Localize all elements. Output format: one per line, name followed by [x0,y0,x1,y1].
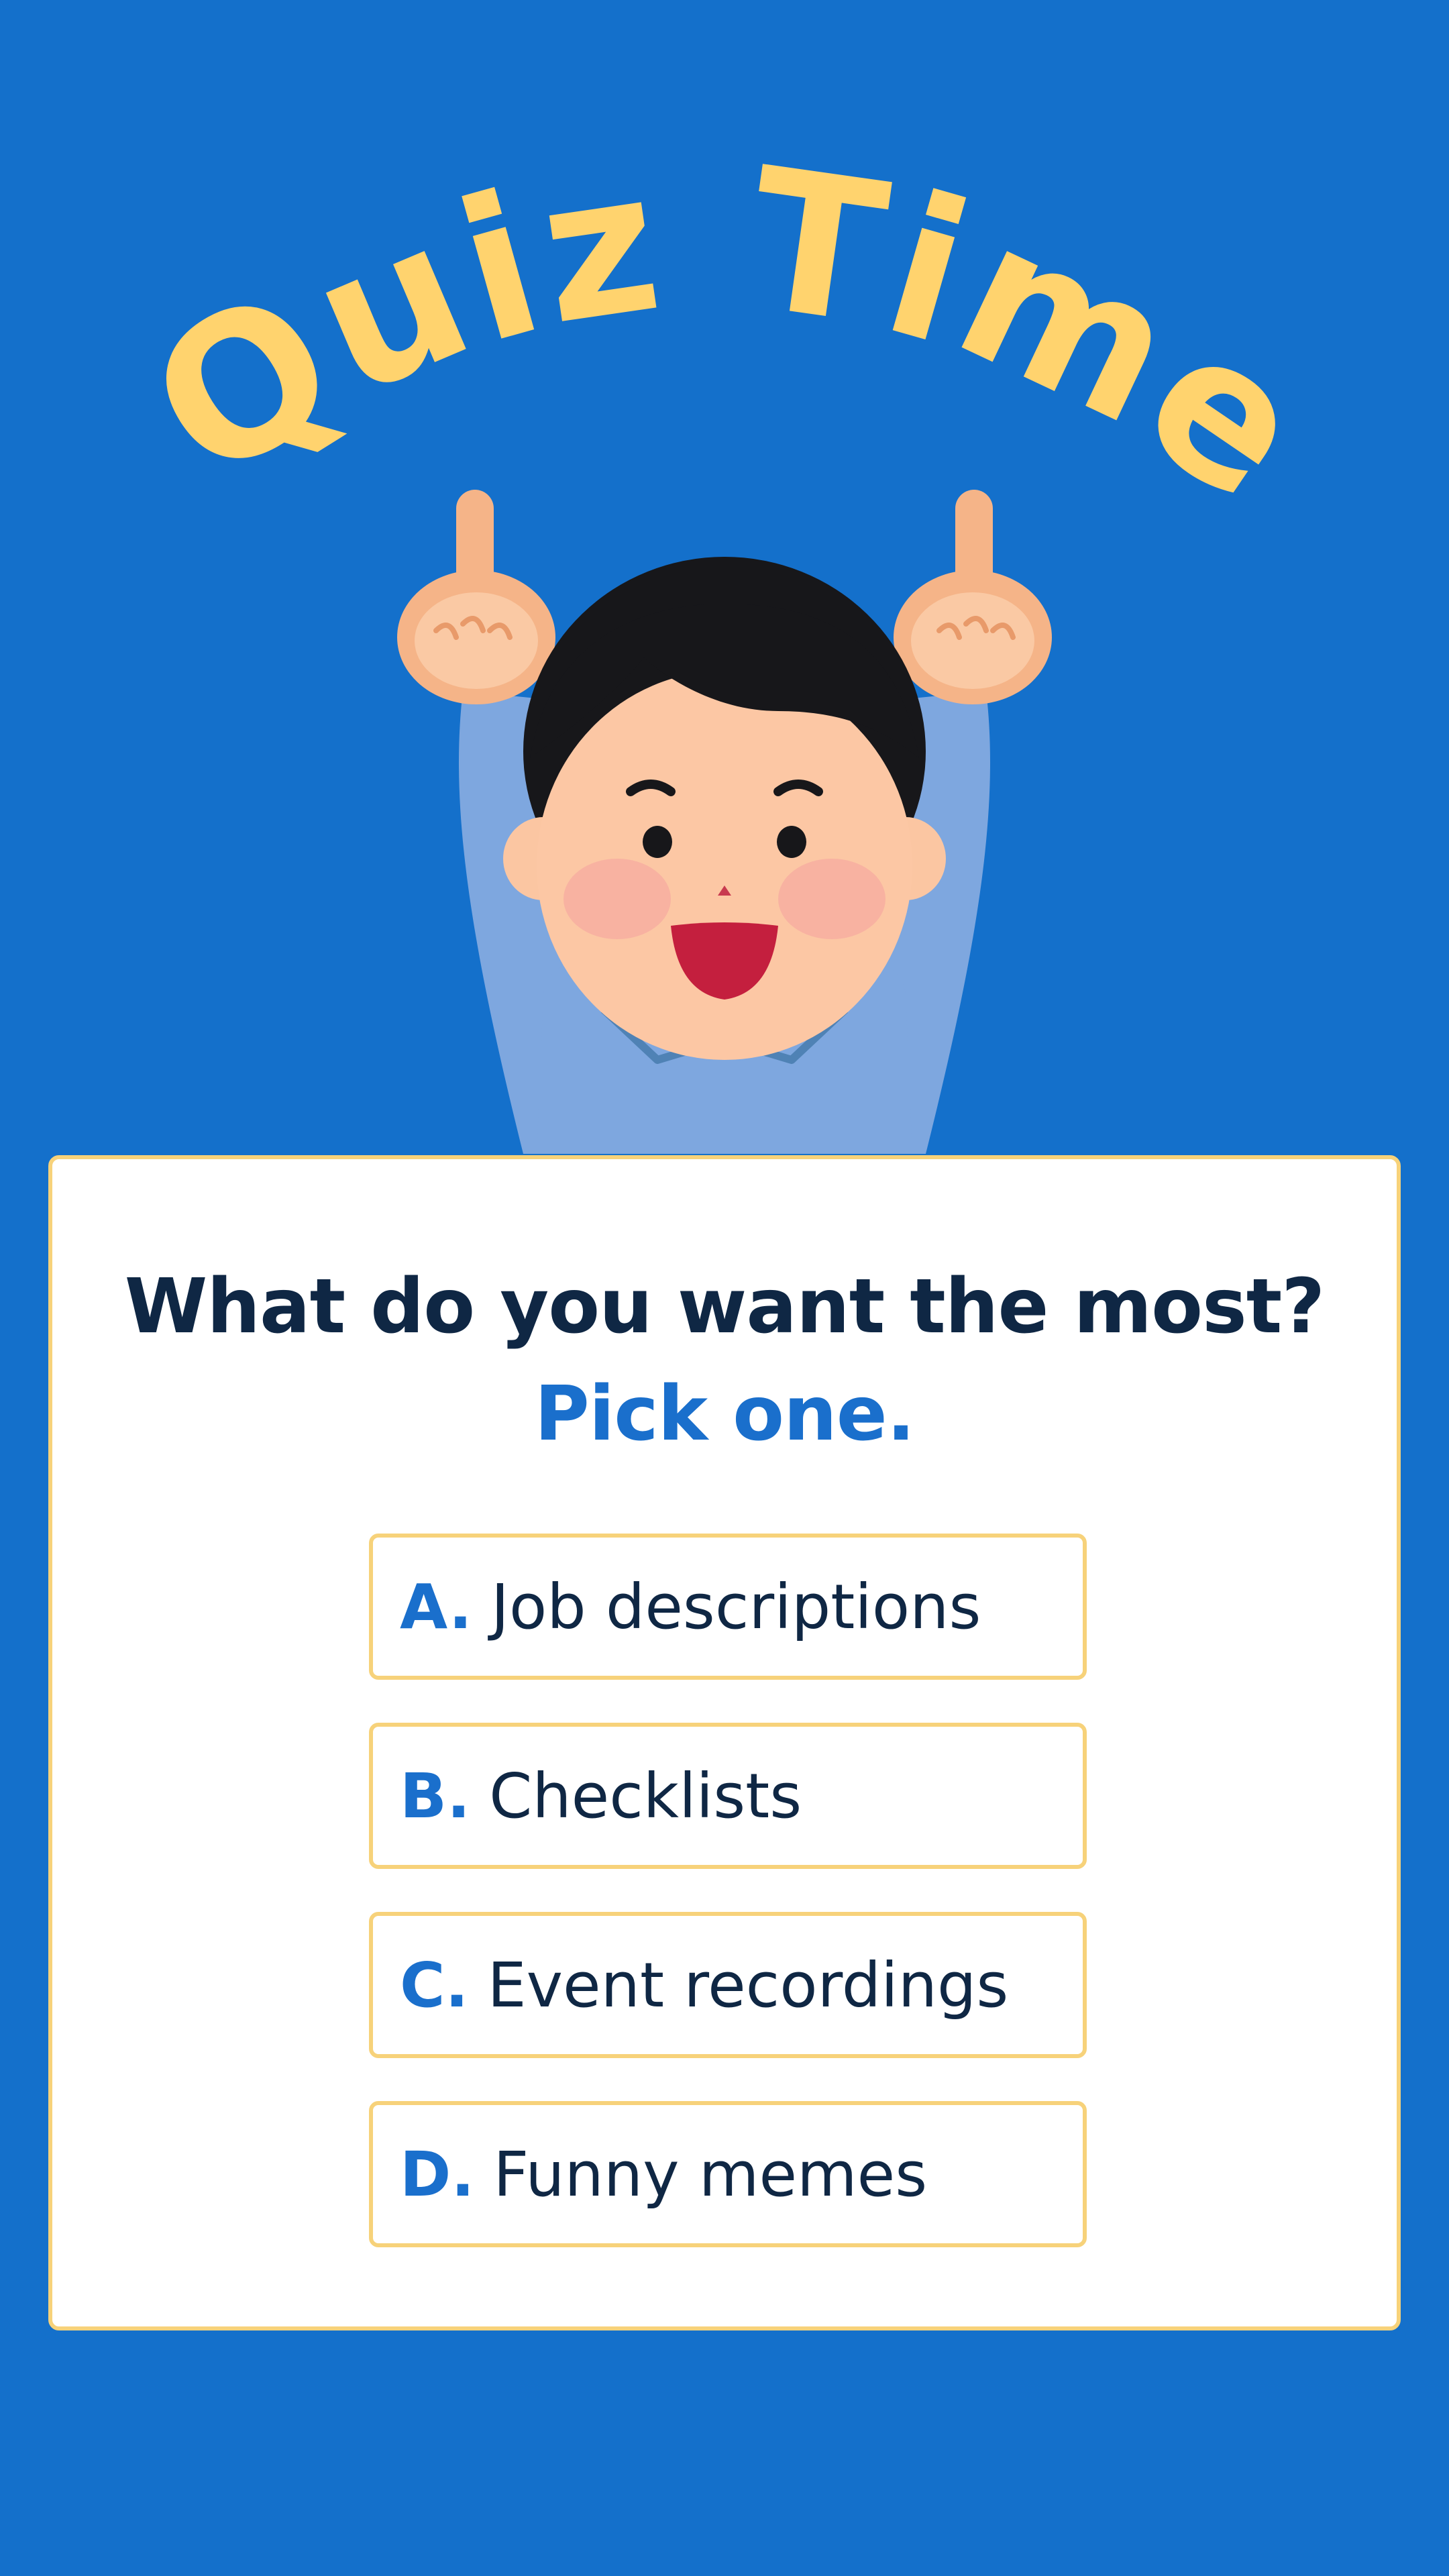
answer-options: A. Job descriptions B. Checklists C. Eve… [369,1534,1088,2290]
option-letter: C. [400,1949,469,2021]
right-hand-icon [894,490,1052,704]
option-letter: B. [400,1760,471,1832]
option-d[interactable]: D. Funny memes [369,2101,1087,2247]
option-label: Job descriptions [490,1570,981,1643]
option-label: Event recordings [487,1949,1009,2021]
option-letter: D. [400,2138,475,2210]
left-hand-icon [397,490,555,704]
option-label: Checklists [489,1760,802,1832]
question-text: What do you want the most? [124,1263,1326,1350]
quiz-card: What do you want the most? Pick one. A. … [48,1155,1401,2330]
option-b[interactable]: B. Checklists [369,1723,1087,1869]
quiz-title: Quiz Time [114,126,1342,537]
option-letter: A. [400,1570,472,1643]
option-a[interactable]: A. Job descriptions [369,1534,1087,1680]
pointing-boy-illustration [397,490,1052,1154]
option-c[interactable]: C. Event recordings [369,1912,1087,2058]
instruction-text: Pick one. [534,1371,916,1458]
option-label: Funny memes [493,2138,928,2210]
